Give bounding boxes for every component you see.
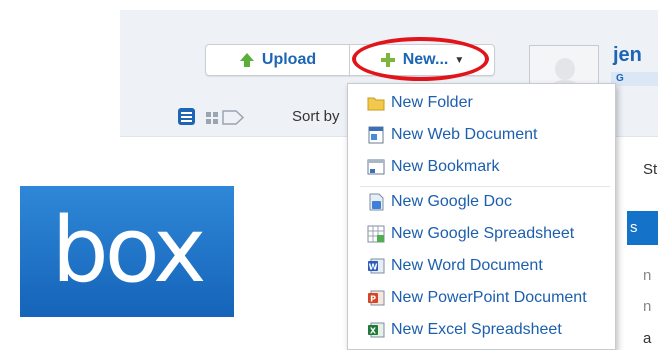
upload-label: Upload bbox=[261, 51, 317, 68]
box-logo-text: box bbox=[51, 198, 207, 303]
background-text-fragment: a bbox=[643, 330, 652, 347]
background-text-fragment: n bbox=[643, 298, 652, 315]
menu-item-label: New Bookmark bbox=[391, 158, 500, 175]
google-doc-icon bbox=[367, 193, 385, 211]
powerpoint-icon: P bbox=[367, 289, 385, 307]
tag-view-icon[interactable] bbox=[222, 110, 245, 130]
chevron-down-icon: ▼ bbox=[454, 54, 465, 66]
menu-item-new-powerpoint-document[interactable]: P New PowerPoint Document bbox=[348, 283, 615, 313]
grid-view-icon[interactable] bbox=[206, 111, 218, 129]
menu-item-new-folder[interactable]: New Folder bbox=[348, 88, 615, 118]
folder-icon bbox=[367, 94, 385, 112]
word-icon: W bbox=[367, 257, 385, 275]
menu-item-label: New Folder bbox=[391, 94, 473, 111]
list-view-icon[interactable] bbox=[178, 108, 195, 130]
background-text-fragment: n bbox=[643, 267, 652, 284]
username-link[interactable]: jen bbox=[613, 44, 642, 67]
excel-icon: X bbox=[367, 321, 385, 339]
upload-button[interactable]: Upload bbox=[205, 44, 350, 76]
menu-item-new-word-document[interactable]: W New Word Document bbox=[348, 251, 615, 281]
new-label: New... bbox=[402, 51, 449, 68]
menu-item-label: New Google Spreadsheet bbox=[391, 225, 575, 242]
menu-item-new-google-spreadsheet[interactable]: New Google Spreadsheet bbox=[348, 219, 615, 249]
background-text-fragment: St bbox=[643, 161, 658, 178]
menu-item-label: New Word Document bbox=[391, 257, 543, 274]
plus-icon bbox=[380, 52, 396, 68]
menu-item-new-bookmark[interactable]: New Bookmark bbox=[348, 152, 615, 182]
sort-by-label[interactable]: Sort by bbox=[292, 108, 340, 125]
menu-item-new-google-doc[interactable]: New Google Doc bbox=[348, 187, 615, 217]
box-logo: box bbox=[20, 186, 234, 317]
user-badge: G bbox=[611, 72, 658, 86]
avatar-head-shape bbox=[555, 58, 575, 80]
bookmark-icon bbox=[367, 158, 385, 176]
new-button[interactable]: New... ▼ bbox=[349, 44, 495, 76]
menu-item-new-web-document[interactable]: New Web Document bbox=[348, 120, 615, 150]
google-spreadsheet-icon bbox=[367, 225, 385, 243]
menu-item-label: New Web Document bbox=[391, 126, 538, 143]
menu-item-label: New Excel Spreadsheet bbox=[391, 321, 562, 338]
menu-item-new-excel-spreadsheet[interactable]: X New Excel Spreadsheet bbox=[348, 315, 615, 345]
menu-item-label: New PowerPoint Document bbox=[391, 289, 587, 306]
new-menu-dropdown: New Folder New Web Document New Bookmark… bbox=[347, 83, 616, 350]
svg-text:W: W bbox=[369, 263, 378, 272]
svg-text:P: P bbox=[370, 295, 376, 304]
background-blue-button-fragment[interactable]: s bbox=[627, 211, 658, 245]
svg-text:X: X bbox=[370, 327, 377, 336]
menu-item-label: New Google Doc bbox=[391, 193, 512, 210]
upload-arrow-icon bbox=[239, 52, 255, 68]
web-document-icon bbox=[367, 126, 385, 144]
